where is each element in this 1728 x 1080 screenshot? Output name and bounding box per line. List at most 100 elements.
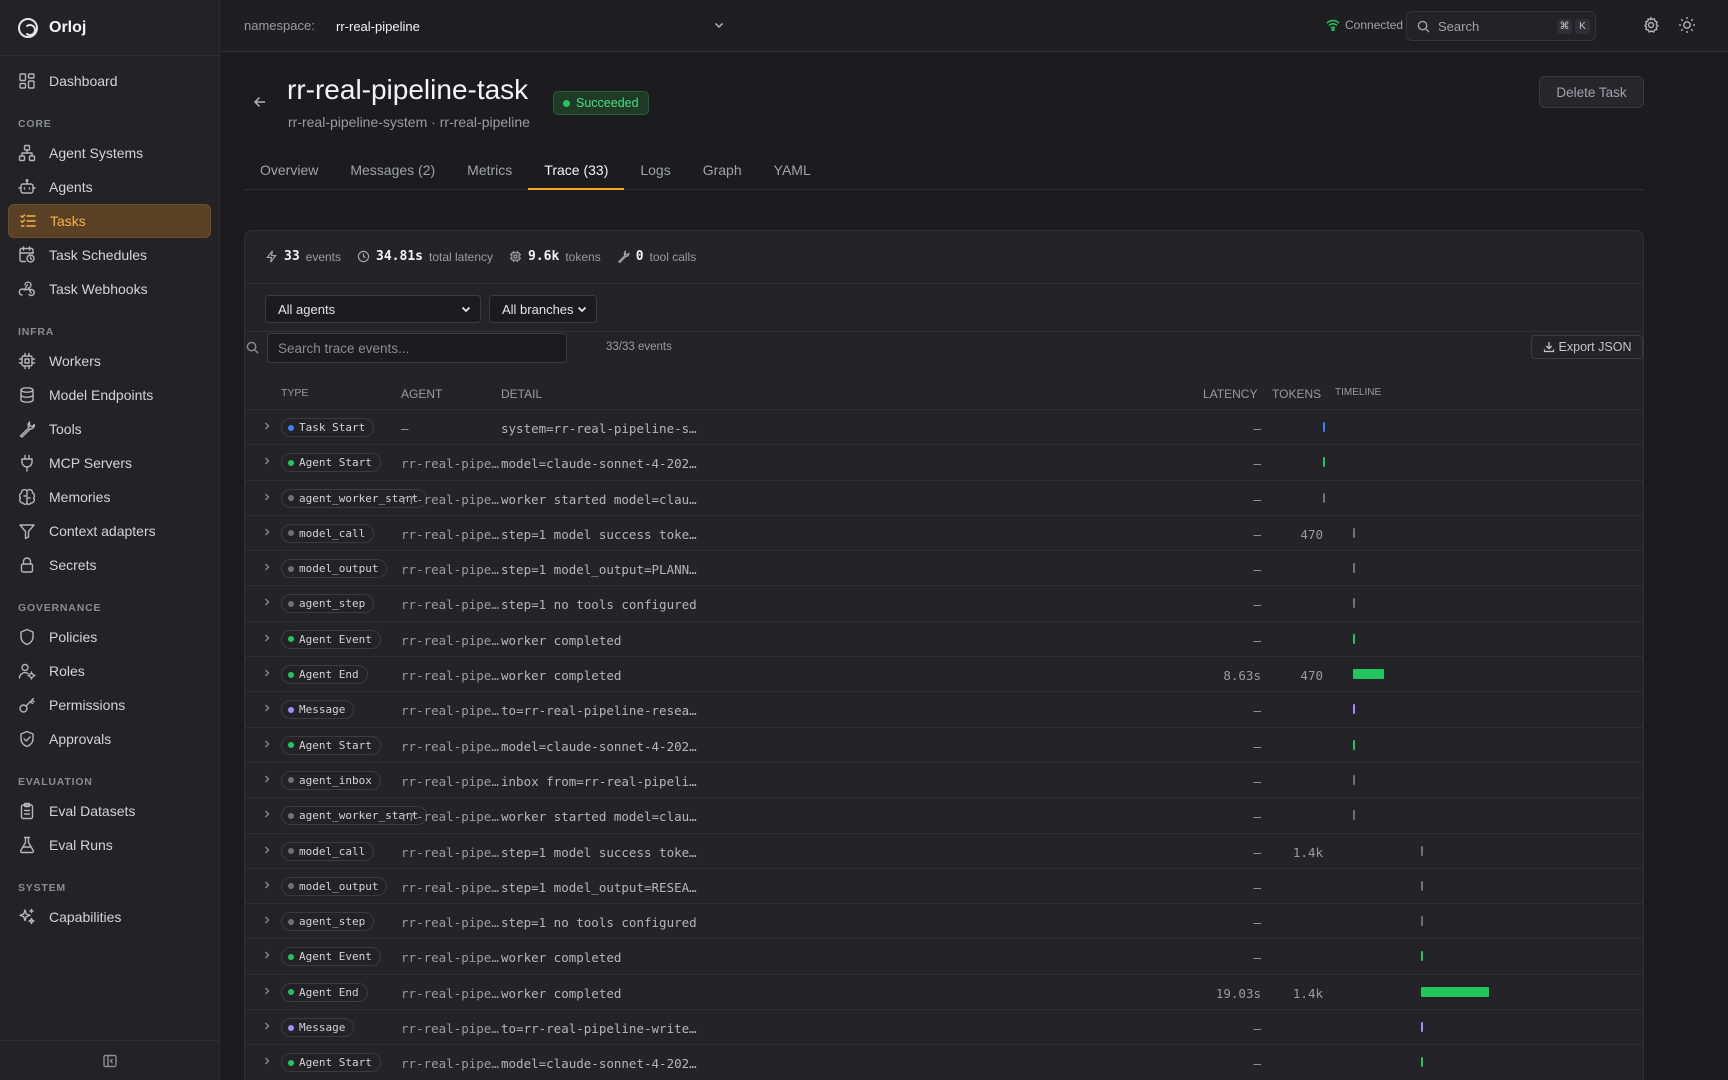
chevron-right-icon[interactable] — [262, 880, 272, 890]
chevron-right-icon[interactable] — [262, 633, 272, 643]
sidebar-item-model-endpoints[interactable]: Model Endpoints — [8, 378, 211, 412]
sidebar-item-roles[interactable]: Roles — [8, 654, 211, 688]
export-json-label: Export JSON — [1558, 340, 1632, 354]
namespace-select[interactable]: rr-real-pipeline — [336, 14, 728, 38]
global-search[interactable]: Search ⌘ K — [1406, 11, 1596, 41]
table-row[interactable]: Task Start – system=rr-real-pipeline-syste… — [245, 409, 1643, 444]
agent-filter-select[interactable]: All agents — [265, 295, 481, 323]
table-row[interactable]: model_call rr-real-pipel… step=1 model suc… — [245, 514, 1643, 550]
sidebar-item-label: Context adapters — [49, 523, 156, 539]
brand[interactable]: Orloj — [0, 0, 219, 56]
chevron-right-icon[interactable] — [262, 1056, 272, 1066]
sidebar-item-context-adapters[interactable]: Context adapters — [8, 514, 211, 548]
table-row[interactable]: Agent Start rr-real-pipel… model=claude-so… — [245, 726, 1643, 762]
event-latency: – — [1253, 844, 1261, 860]
tab-yaml[interactable]: YAML — [758, 156, 827, 190]
theme-sun-icon[interactable] — [1678, 16, 1696, 37]
sidebar-item-permissions[interactable]: Permissions — [8, 688, 211, 722]
sidebar-item-task-schedules[interactable]: Task Schedules — [8, 238, 211, 272]
table-row[interactable]: agent_worker_start rr-real-pipel… worker s… — [245, 797, 1643, 832]
chevron-right-icon[interactable] — [262, 986, 272, 996]
table-row[interactable]: Message rr-real-pipel… to=rr-real-pipeline… — [245, 691, 1643, 726]
table-row[interactable]: Agent End rr-real-pipel… worker completed 1… — [245, 973, 1643, 1009]
chevron-right-icon[interactable] — [262, 527, 272, 537]
chevron-right-icon[interactable] — [262, 421, 272, 431]
event-type-badge: agent_step — [281, 912, 375, 932]
status-label: Succeeded — [576, 96, 639, 110]
chevron-right-icon[interactable] — [262, 809, 272, 819]
chevron-right-icon[interactable] — [262, 668, 272, 678]
sidebar-item-tasks[interactable]: Tasks — [8, 204, 211, 238]
timeline-bar — [1420, 845, 1423, 856]
table-row[interactable]: model_call rr-real-pipel… step=1 model suc… — [245, 832, 1643, 868]
chevron-right-icon[interactable] — [262, 845, 272, 855]
timeline-bar — [1352, 774, 1355, 785]
tab-graph[interactable]: Graph — [687, 156, 758, 190]
tab-messages[interactable]: Messages (2) — [334, 156, 451, 190]
sidebar-item-dashboard[interactable]: Dashboard — [8, 64, 211, 98]
sidebar-item-eval-runs[interactable]: Eval Runs — [8, 828, 211, 862]
timeline-bar — [1420, 1057, 1423, 1068]
trace-search-input[interactable] — [267, 333, 567, 363]
table-row[interactable]: Agent End rr-real-pipel… worker completed 8… — [245, 656, 1643, 691]
sidebar-item-capabilities[interactable]: Capabilities — [8, 900, 211, 934]
export-json-button[interactable]: Export JSON — [1531, 335, 1643, 359]
sidebar-item-approvals[interactable]: Approvals — [8, 722, 211, 756]
chevron-right-icon[interactable] — [262, 597, 272, 607]
table-row[interactable]: model_output rr-real-pipel… step=1 model_o… — [245, 550, 1643, 585]
collapse-sidebar-button[interactable] — [0, 1040, 219, 1080]
chevron-right-icon[interactable] — [262, 456, 272, 466]
tab-metrics[interactable]: Metrics — [451, 156, 528, 190]
wrench-icon — [18, 420, 36, 438]
branch-filter-select[interactable]: All branches — [489, 295, 597, 323]
sidebar-item-tools[interactable]: Tools — [8, 412, 211, 446]
sidebar-item-mcp-servers[interactable]: MCP Servers — [8, 446, 211, 480]
chevron-right-icon[interactable] — [262, 1021, 272, 1031]
table-row[interactable]: Agent Event rr-real-pipel… worker complete… — [245, 938, 1643, 973]
table-row[interactable]: agent_inbox rr-real-pipel… inbox from=rr-r… — [245, 761, 1643, 797]
sparkles-icon — [18, 908, 36, 926]
sidebar-item-task-webhooks[interactable]: Task Webhooks — [8, 272, 211, 306]
event-type-badge: model_output — [281, 559, 388, 579]
back-arrow-icon[interactable] — [252, 94, 268, 113]
delete-task-button[interactable]: Delete Task — [1539, 76, 1644, 108]
event-type-badge: model_output — [281, 876, 388, 896]
chevron-right-icon[interactable] — [262, 950, 272, 960]
event-detail: worker completed — [501, 632, 622, 648]
tab-overview[interactable]: Overview — [244, 156, 334, 190]
table-row[interactable]: Agent Event rr-real-pipel… worker complete… — [245, 620, 1643, 656]
event-detail: step=1 model_output=RESEARC... — [501, 879, 701, 895]
sidebar-item-agents[interactable]: Agents — [8, 170, 211, 204]
event-latency: – — [1253, 456, 1261, 472]
event-agent: rr-real-pipel… — [401, 562, 501, 578]
table-row[interactable]: agent_worker_start rr-real-pipel… worker s… — [245, 479, 1643, 515]
event-agent: rr-real-pipel… — [401, 456, 501, 472]
table-row[interactable]: agent_step rr-real-pipel… step=1 no tools … — [245, 585, 1643, 620]
sidebar-item-policies[interactable]: Policies — [8, 620, 211, 654]
table-row[interactable]: Agent Start rr-real-pipel… model=claude-so… — [245, 1044, 1643, 1079]
event-latency: – — [1253, 1021, 1261, 1037]
event-latency: – — [1253, 1056, 1261, 1072]
chevron-right-icon[interactable] — [262, 739, 272, 749]
chevron-right-icon[interactable] — [262, 562, 272, 572]
sidebar-item-eval-datasets[interactable]: Eval Datasets — [8, 794, 211, 828]
table-row[interactable]: model_output rr-real-pipel… step=1 model_o… — [245, 867, 1643, 903]
sidebar-item-secrets[interactable]: Secrets — [8, 548, 211, 582]
zap-icon — [266, 250, 277, 263]
table-row[interactable]: Agent Start rr-real-pipel… model=claude-so… — [245, 444, 1643, 479]
chevron-right-icon[interactable] — [262, 915, 272, 925]
sidebar-item-label: Workers — [49, 353, 101, 369]
chevron-right-icon[interactable] — [262, 703, 272, 713]
tab-trace[interactable]: Trace (33) — [528, 156, 625, 190]
wifi-icon — [1326, 19, 1340, 31]
sidebar-item-memories[interactable]: Memories — [8, 480, 211, 514]
tab-logs[interactable]: Logs — [624, 156, 686, 190]
chevron-right-icon[interactable] — [262, 774, 272, 784]
table-row[interactable]: Message rr-real-pipel… to=rr-real-pipeline… — [245, 1009, 1643, 1044]
chevron-right-icon[interactable] — [262, 492, 272, 502]
sidebar-section-core: CORE — [18, 118, 52, 130]
sidebar-item-workers[interactable]: Workers — [8, 344, 211, 378]
sidebar-item-agent-systems[interactable]: Agent Systems — [8, 136, 211, 170]
table-row[interactable]: agent_step rr-real-pipel… step=1 no tools … — [245, 903, 1643, 938]
settings-gear-icon[interactable] — [1642, 16, 1660, 37]
